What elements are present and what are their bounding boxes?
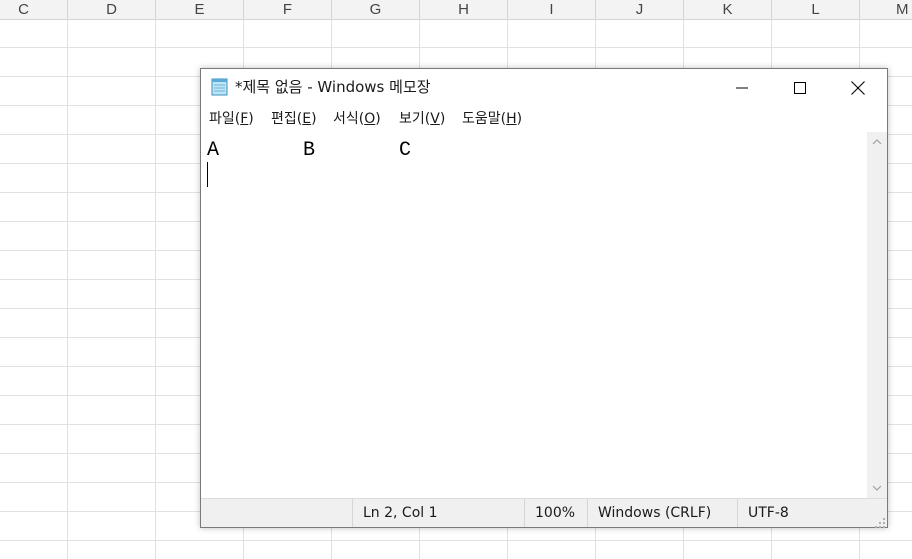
menu-bar: 파일(F) 편집(E) 서식(O) 보기(V) 도움말(H) (201, 106, 887, 132)
column-header-f[interactable]: F (244, 0, 332, 19)
close-icon (851, 80, 865, 95)
minimize-icon (736, 87, 748, 88)
chevron-up-icon (872, 139, 882, 145)
title-bar[interactable]: *제목 없음 - Windows 메모장 (201, 69, 887, 106)
column-header-row: C D E F G H I J K L M (0, 0, 912, 20)
editor-text[interactable]: A B C (207, 137, 411, 164)
text-cursor (207, 162, 208, 187)
scroll-up-button[interactable] (867, 132, 887, 152)
column-header-j[interactable]: J (596, 0, 684, 19)
menu-view[interactable]: 보기(V) (399, 106, 445, 132)
window-title: *제목 없음 - Windows 메모장 (235, 78, 431, 96)
maximize-button[interactable] (771, 69, 829, 106)
notepad-window[interactable]: *제목 없음 - Windows 메모장 파일(F) 편집(E) 서식(O) 보… (200, 68, 888, 528)
column-header-c[interactable]: C (0, 0, 68, 19)
vertical-scrollbar[interactable] (867, 132, 887, 498)
status-encoding: UTF-8 (737, 499, 887, 527)
column-header-m[interactable]: M (860, 0, 912, 19)
menu-file[interactable]: 파일(F) (209, 106, 254, 132)
text-editor-area[interactable]: A B C (201, 132, 867, 498)
column-header-k[interactable]: K (684, 0, 772, 19)
column-header-e[interactable]: E (156, 0, 244, 19)
minimize-button[interactable] (713, 69, 771, 106)
maximize-icon (794, 81, 806, 94)
scroll-down-button[interactable] (867, 478, 887, 498)
column-header-g[interactable]: G (332, 0, 420, 19)
resize-grip-icon[interactable] (874, 514, 886, 528)
close-button[interactable] (829, 69, 887, 106)
status-zoom: 100% (524, 499, 587, 527)
column-header-l[interactable]: L (772, 0, 860, 19)
status-line-ending: Windows (CRLF) (587, 499, 737, 527)
menu-format[interactable]: 서식(O) (333, 106, 381, 132)
menu-edit[interactable]: 편집(E) (271, 106, 317, 132)
column-header-d[interactable]: D (68, 0, 156, 19)
chevron-down-icon (872, 485, 882, 491)
status-cursor-position: Ln 2, Col 1 (352, 499, 524, 527)
column-header-i[interactable]: I (508, 0, 596, 19)
status-bar: Ln 2, Col 1 100% Windows (CRLF) UTF-8 (201, 498, 887, 528)
menu-help[interactable]: 도움말(H) (462, 106, 522, 132)
notepad-icon (210, 78, 230, 96)
column-header-h[interactable]: H (420, 0, 508, 19)
